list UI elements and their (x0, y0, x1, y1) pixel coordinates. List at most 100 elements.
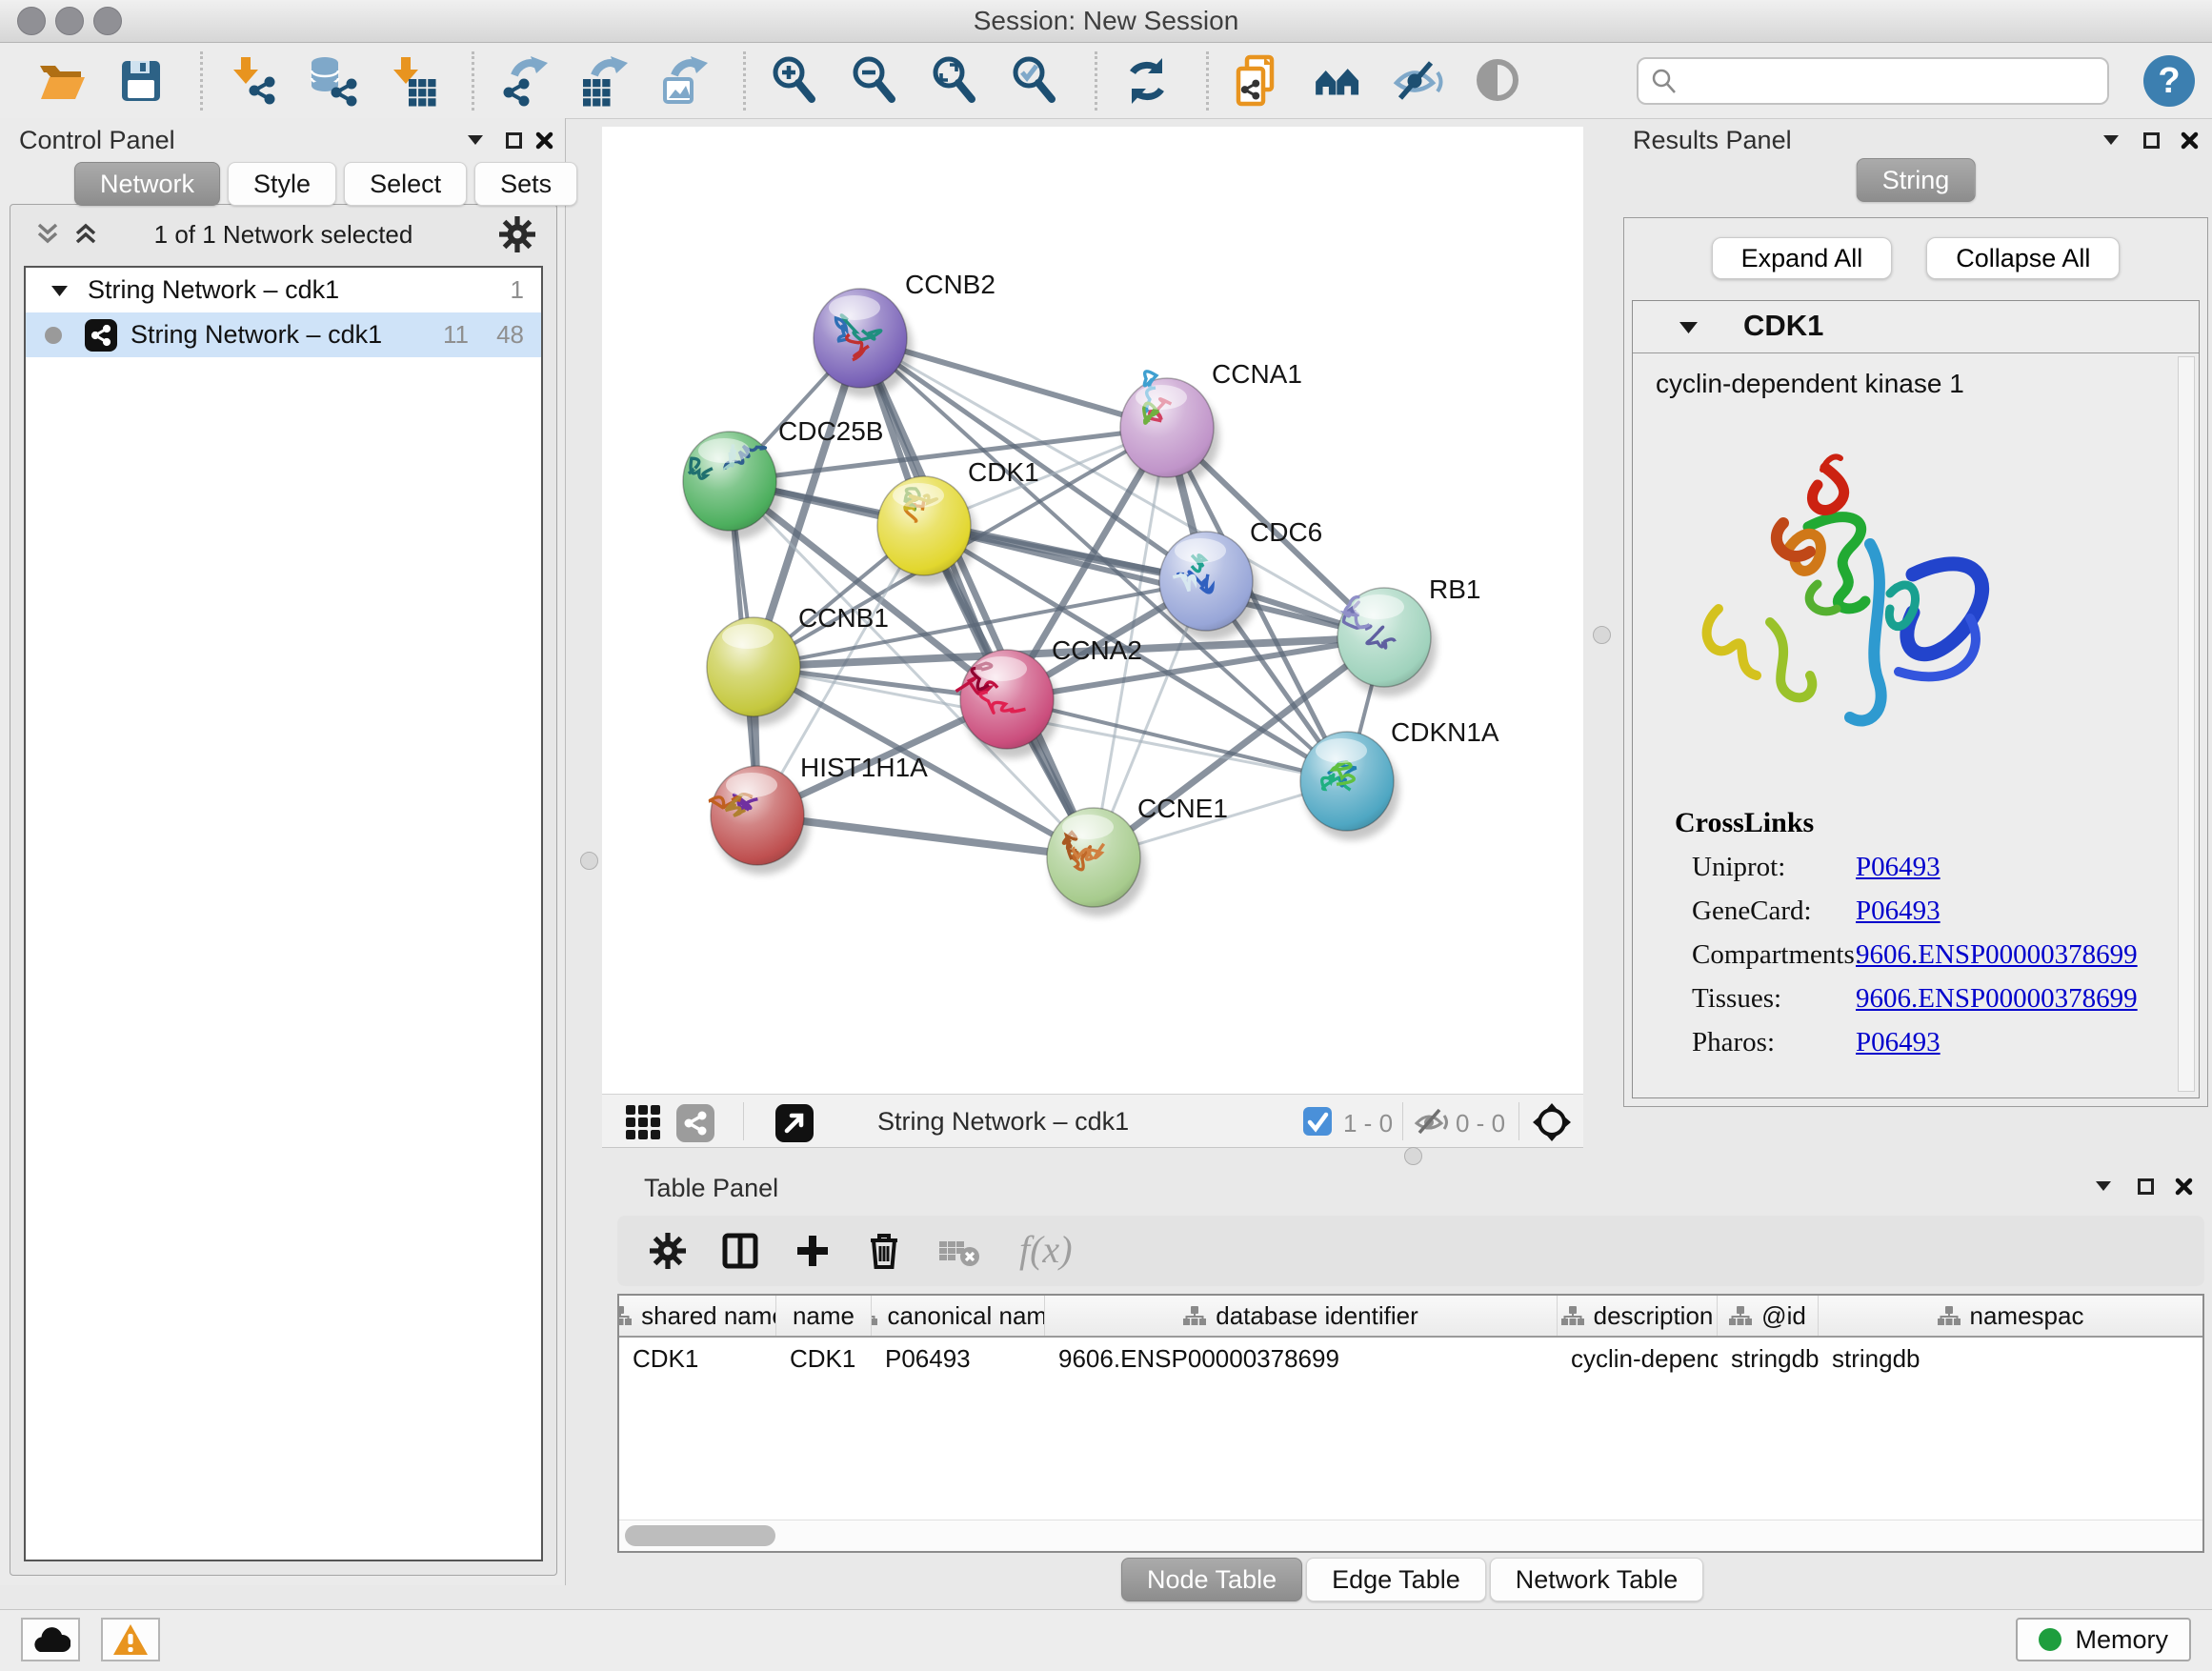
tab-style[interactable]: Style (228, 162, 336, 206)
network-row[interactable]: String Network – cdk1 11 48 (26, 312, 541, 357)
table-cell[interactable]: cyclin-dependent ... (1558, 1338, 1718, 1379)
crosslink-value-link[interactable]: P06493 (1856, 852, 1941, 882)
collapse-all-button[interactable]: Collapse All (1926, 237, 2120, 279)
horizontal-splitter-handle[interactable] (1404, 1147, 1422, 1165)
show-all-button[interactable] (1472, 54, 1525, 108)
table-settings-gear-icon[interactable] (650, 1233, 686, 1269)
column-header-name[interactable]: name (776, 1296, 872, 1336)
table-cell[interactable]: 9606.ENSP00000378699 (1045, 1338, 1558, 1379)
zoom-out-button[interactable] (849, 54, 902, 108)
node-result-header[interactable]: CDK1 (1633, 301, 2199, 353)
tab-network[interactable]: Network (74, 162, 220, 206)
add-column-icon[interactable] (794, 1233, 831, 1269)
table-row[interactable]: CDK1CDK1P064939606.ENSP00000378699cyclin… (619, 1338, 2202, 1379)
open-session-button[interactable] (34, 54, 88, 108)
table-cell[interactable]: P06493 (872, 1338, 1045, 1379)
crosslink-value-link[interactable]: 9606.ENSP00000378699 (1856, 983, 2138, 1014)
column-header-description[interactable]: description (1558, 1296, 1718, 1336)
export-network-button[interactable] (497, 54, 551, 108)
toolbar-divider (1402, 1102, 1403, 1140)
zoom-fit-content-button[interactable] (929, 54, 982, 108)
table-cell[interactable]: CDK1 (776, 1338, 872, 1379)
network-node-HIST1H1A[interactable]: HIST1H1A (710, 753, 928, 875)
network-canvas[interactable]: CCNB2CCNA1CDC25BCDK1CDC6RB1CCNB1CCNA2CDK… (602, 127, 1583, 1094)
hide-selected-button[interactable] (1392, 54, 1445, 108)
tab-select[interactable]: Select (344, 162, 467, 206)
memory-button[interactable]: Memory (2016, 1618, 2191, 1661)
network-node-RB1[interactable]: RB1 (1337, 574, 1480, 696)
cloud-status-button[interactable] (21, 1618, 80, 1661)
table-cell[interactable]: CDK1 (619, 1338, 776, 1379)
collection-caret-icon[interactable] (50, 284, 69, 297)
network-node-CDKN1A[interactable]: CDKN1A (1300, 717, 1499, 840)
column-header-namespac[interactable]: namespac (1819, 1296, 2202, 1336)
pan-crosshair-icon[interactable] (1532, 1102, 1572, 1142)
birdseye-grid-icon[interactable] (625, 1104, 661, 1140)
tab-node-table[interactable]: Node Table (1121, 1558, 1302, 1601)
control-panel-close-icon[interactable] (535, 131, 553, 150)
node-result-entry: CDK1 cyclin-dependent kinase 1 (1632, 300, 2200, 1098)
right-splitter-handle[interactable] (1593, 626, 1611, 644)
delete-table-icon[interactable] (937, 1234, 981, 1268)
zoom-in-button[interactable] (769, 54, 822, 108)
expand-all-button[interactable]: Expand All (1712, 237, 1893, 279)
import-network-from-database-icon (306, 54, 359, 108)
import-network-from-database-button[interactable] (306, 54, 359, 108)
first-neighbors-button[interactable] (1312, 54, 1365, 108)
scrollbar-thumb[interactable] (625, 1525, 775, 1546)
entry-caret-icon[interactable] (1679, 320, 1699, 334)
network-collection-row[interactable]: String Network – cdk1 1 (26, 268, 541, 312)
selected-checkbox-icon[interactable] (1303, 1107, 1332, 1136)
tab-sets[interactable]: Sets (474, 162, 577, 206)
save-session-button[interactable] (114, 54, 168, 108)
crosslink-value-link[interactable]: 9606.ENSP00000378699 (1856, 939, 2138, 970)
table-cell[interactable]: stringdb (1819, 1338, 2202, 1379)
tab-string[interactable]: String (1857, 158, 1976, 202)
zoom-selected-region-button[interactable] (1009, 54, 1062, 108)
search-input[interactable] (1688, 66, 2096, 97)
apply-function-icon[interactable]: f(x) (1017, 1230, 1094, 1272)
column-header--id[interactable]: @id (1718, 1296, 1819, 1336)
refresh-view-button[interactable] (1120, 54, 1174, 108)
crosslink-value-link[interactable]: P06493 (1856, 896, 1941, 926)
network-node-CCNE1[interactable]: CCNE1 (1047, 794, 1228, 916)
control-panel-menu-caret-icon[interactable] (466, 133, 485, 147)
left-splitter-handle[interactable] (580, 852, 598, 870)
table-cell[interactable]: stringdb:9... (1718, 1338, 1819, 1379)
table-panel-float-icon[interactable] (2137, 1178, 2155, 1196)
tab-edge-table[interactable]: Edge Table (1306, 1558, 1486, 1601)
network-node-CDK1[interactable]: CDK1 (877, 457, 1039, 585)
hidden-eye-slash-icon[interactable] (1414, 1106, 1450, 1137)
export-image-button[interactable] (657, 54, 711, 108)
duplicate-network-button[interactable] (1232, 54, 1285, 108)
export-table-button[interactable] (577, 54, 631, 108)
crosslink-value-link[interactable]: P06493 (1856, 1027, 1941, 1057)
results-panel-float-icon[interactable] (2142, 131, 2161, 150)
network-options-gear-icon[interactable] (499, 216, 535, 252)
window-titlebar[interactable]: Session: New Session (0, 0, 2212, 43)
crosslink-row: GeneCard:P06493 (1675, 896, 2199, 927)
table-panel-menu-caret-icon[interactable] (2094, 1179, 2113, 1193)
toolbar-separator (472, 51, 474, 111)
import-network-from-file-button[interactable] (226, 54, 279, 108)
help-button[interactable]: ? (2143, 55, 2195, 107)
network-node-CDC6[interactable]: CDC6 (1159, 517, 1322, 640)
search-box[interactable] (1637, 57, 2109, 105)
show-columns-icon[interactable] (722, 1233, 758, 1269)
tab-network-table[interactable]: Network Table (1490, 1558, 1704, 1601)
table-panel-close-icon[interactable] (2175, 1178, 2193, 1196)
warning-status-button[interactable] (101, 1618, 160, 1661)
column-header-canonical-name[interactable]: canonical name (872, 1296, 1045, 1336)
control-panel-float-icon[interactable] (505, 131, 523, 150)
results-panel-menu-caret-icon[interactable] (2101, 133, 2121, 147)
column-header-shared-name[interactable]: shared name (619, 1296, 776, 1336)
network-share-chip-icon[interactable] (676, 1104, 714, 1142)
import-table-from-file-button[interactable] (386, 54, 439, 108)
column-header-database-identifier[interactable]: database identifier (1045, 1296, 1558, 1336)
results-panel-close-icon[interactable] (2181, 131, 2199, 150)
table-horizontal-scrollbar[interactable] (619, 1520, 2202, 1551)
open-in-window-icon[interactable] (775, 1104, 814, 1142)
results-scrollbar[interactable] (2178, 356, 2195, 1092)
control-panel-tabs: NetworkStyleSelectSets (74, 162, 577, 206)
delete-column-icon[interactable] (867, 1232, 901, 1270)
